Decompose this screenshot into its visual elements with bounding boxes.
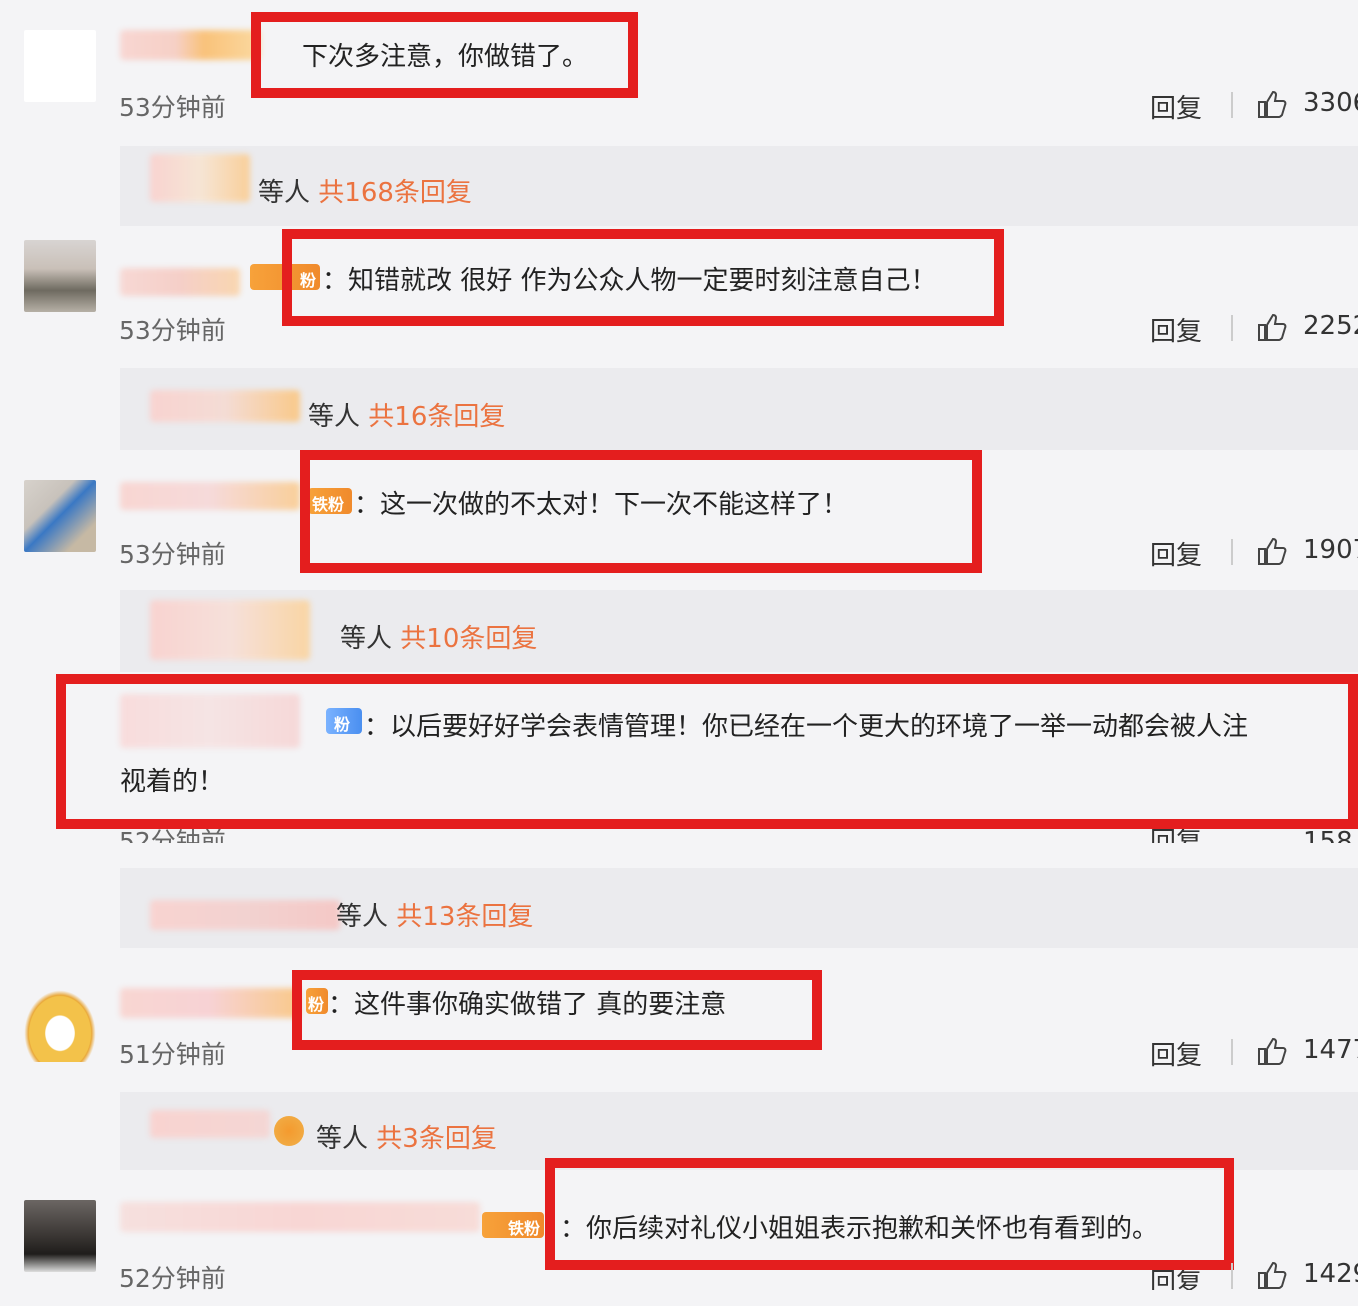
- reply-button[interactable]: 回复: [1150, 829, 1202, 843]
- reply-button[interactable]: 回复: [1150, 535, 1202, 572]
- like-count: 1477: [1303, 1035, 1358, 1065]
- divider: [1231, 1263, 1233, 1289]
- sub-replies-prefix: 等人: [336, 902, 389, 932]
- comment-time: 53分钟前: [119, 93, 226, 122]
- highlight-box: [282, 229, 1004, 326]
- replier-blurred: [150, 154, 250, 202]
- sub-replies-box[interactable]: [120, 368, 1358, 450]
- username-blurred[interactable]: [120, 482, 300, 510]
- sub-replies-summary[interactable]: 等人 共168条回复: [258, 172, 472, 209]
- fan-badge-label: 铁粉: [508, 1219, 541, 1238]
- replier-blurred: [150, 600, 310, 660]
- comment-time: 53分钟前: [119, 540, 226, 569]
- divider: [1231, 539, 1233, 565]
- comment-time: 51分钟前: [119, 1040, 226, 1069]
- username-blurred[interactable]: [120, 30, 260, 60]
- avatar[interactable]: [24, 990, 96, 1062]
- sub-replies-count[interactable]: 共3条回复: [376, 1124, 497, 1154]
- highlight-box: [292, 970, 822, 1050]
- sub-replies-summary[interactable]: 等人 共10条回复: [340, 618, 537, 655]
- divider: [1231, 92, 1233, 118]
- avatar[interactable]: [24, 480, 96, 552]
- avatar[interactable]: [24, 240, 96, 312]
- comment-time: 52分钟前: [119, 829, 226, 843]
- comment-time: 53分钟前: [119, 316, 226, 345]
- highlight-box: [56, 674, 1358, 829]
- sub-replies-box[interactable]: [120, 590, 1358, 672]
- username-blurred[interactable]: [120, 1202, 480, 1232]
- divider: [1231, 1039, 1233, 1065]
- replier-blurred: [150, 900, 340, 930]
- sub-replies-count[interactable]: 共16条回复: [368, 402, 505, 432]
- avatar[interactable]: [24, 30, 96, 102]
- like-count: 3306: [1303, 88, 1358, 118]
- sub-replies-summary[interactable]: 等人 共3条回复: [316, 1118, 497, 1155]
- replier-blurred: [150, 390, 300, 422]
- highlight-box: [300, 450, 982, 573]
- crown-badge-icon: [274, 1116, 304, 1146]
- like-count: 1907: [1303, 535, 1358, 565]
- sub-replies-count[interactable]: 共168条回复: [318, 178, 472, 208]
- reply-button[interactable]: 回复: [1150, 311, 1202, 348]
- sub-replies-summary[interactable]: 等人 共13条回复: [336, 896, 533, 933]
- sub-replies-prefix: 等人: [308, 402, 361, 432]
- sub-replies-prefix: 等人: [340, 624, 393, 654]
- avatar[interactable]: [24, 1200, 96, 1272]
- username-blurred[interactable]: [120, 268, 240, 296]
- reply-button[interactable]: 回复: [1150, 1035, 1202, 1072]
- reply-button[interactable]: 回复: [1150, 88, 1202, 125]
- username-blurred[interactable]: [120, 988, 300, 1018]
- highlight-box: [251, 12, 638, 98]
- comment-time: 52分钟前: [119, 1264, 226, 1293]
- sub-replies-count[interactable]: 共10条回复: [400, 624, 537, 654]
- like-count: 1429: [1303, 1259, 1358, 1289]
- sub-replies-box[interactable]: [120, 868, 1358, 948]
- thumbs-up-icon[interactable]: [1256, 535, 1288, 567]
- like-count: 158: [1303, 829, 1353, 843]
- thumbs-up-icon[interactable]: [1256, 1259, 1288, 1291]
- sub-replies-prefix: 等人: [258, 178, 311, 208]
- thumbs-up-icon[interactable]: [1256, 311, 1288, 343]
- sub-replies-summary[interactable]: 等人 共16条回复: [308, 396, 505, 433]
- reply-button[interactable]: 回复: [1150, 1270, 1202, 1290]
- sub-replies-prefix: 等人: [316, 1124, 369, 1154]
- highlight-box: [545, 1158, 1234, 1270]
- sub-replies-count[interactable]: 共13条回复: [396, 902, 533, 932]
- replier-blurred: [150, 1110, 270, 1138]
- divider: [1231, 315, 1233, 341]
- thumbs-up-icon[interactable]: [1256, 88, 1288, 120]
- thumbs-up-icon[interactable]: [1256, 1035, 1288, 1067]
- like-count: 2252: [1303, 311, 1358, 341]
